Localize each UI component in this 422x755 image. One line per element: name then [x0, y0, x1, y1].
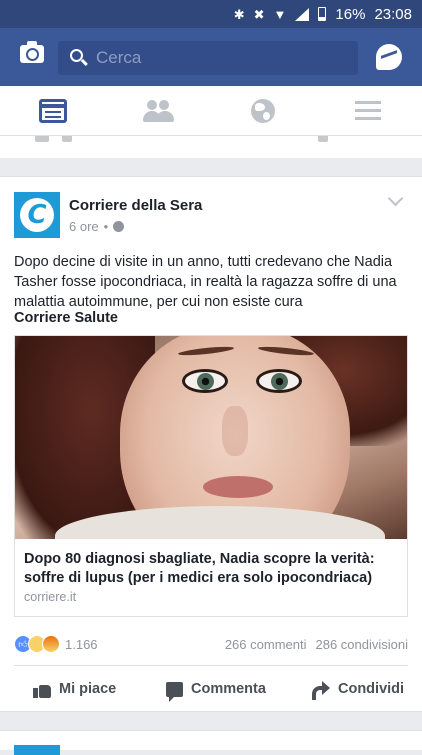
previous-post-remnant: [0, 136, 422, 158]
corriere-logo-icon: [20, 198, 54, 232]
nav-bar: [0, 86, 422, 136]
search-input[interactable]: Cerca: [58, 41, 358, 75]
battery-icon: [318, 7, 327, 21]
post-time[interactable]: 6 ore: [69, 219, 99, 234]
chevron-down-icon[interactable]: [387, 190, 404, 207]
tab-notifications[interactable]: [210, 86, 315, 136]
post-actions: Mi piace Commenta Condividi: [14, 665, 408, 711]
mute-icon: ✖: [253, 6, 265, 22]
status-bar: ✱ ✖ ▼ 16% 23:08: [0, 0, 422, 28]
post-meta: 6 ore •: [69, 219, 125, 234]
post-text: Dopo decine di visite in un anno, tutti …: [14, 254, 397, 310]
page-name[interactable]: Corriere della Sera: [69, 197, 202, 214]
meta-separator: •: [103, 219, 109, 234]
search-placeholder: Cerca: [96, 48, 142, 67]
share-label: Condividi: [338, 681, 405, 697]
tab-friend-requests[interactable]: [105, 86, 210, 136]
thumbs-up-icon: [33, 681, 51, 698]
link-title[interactable]: Dopo 80 diagnosi sbagliate, Nadia scopre…: [24, 550, 399, 588]
link-preview-image: [15, 336, 407, 539]
post-source-tag[interactable]: Corriere Salute: [14, 310, 118, 326]
share-button[interactable]: Condividi: [312, 666, 404, 712]
like-label: Mi piace: [59, 681, 117, 697]
news-feed-icon: [38, 99, 67, 123]
comment-icon: [166, 681, 183, 702]
next-post-avatar: [14, 745, 60, 755]
bluetooth-icon: ✱: [233, 6, 245, 22]
link-domain: corriere.it: [24, 590, 77, 604]
share-icon: [312, 681, 330, 700]
like-button[interactable]: Mi piace: [33, 666, 116, 712]
globe-icon: [250, 99, 275, 123]
friends-icon: [142, 100, 174, 122]
share-count[interactable]: 286 condivisioni: [315, 637, 408, 652]
post-counts: 266 commenti 286 condivisioni: [225, 637, 408, 652]
page-avatar[interactable]: [14, 192, 60, 238]
battery-percent: 16%: [335, 5, 366, 23]
wifi-icon: ▼: [273, 6, 287, 22]
tab-menu[interactable]: [315, 86, 420, 136]
comment-button[interactable]: Commenta: [166, 666, 266, 712]
hamburger-menu-icon: [354, 101, 381, 121]
globe-icon: [113, 221, 125, 232]
camera-icon[interactable]: [20, 41, 44, 63]
reaction-count: 1.166: [65, 636, 98, 652]
tab-news-feed[interactable]: [0, 86, 105, 136]
reactions-summary[interactable]: 👍︎ 1.166: [14, 635, 98, 653]
comment-label: Commenta: [191, 681, 266, 697]
link-preview-card[interactable]: Dopo 80 diagnosi sbagliate, Nadia scopre…: [14, 335, 408, 617]
angry-reaction-icon: [42, 635, 60, 653]
comment-count[interactable]: 266 commenti: [225, 637, 307, 652]
signal-icon: [295, 7, 310, 21]
top-bar: Cerca: [0, 28, 422, 86]
feed-post: Corriere della Sera 6 ore • Dopo decine …: [0, 176, 422, 712]
next-post-remnant: [0, 730, 422, 755]
messenger-icon[interactable]: [376, 44, 402, 70]
clock: 23:08: [374, 5, 412, 23]
search-icon: [70, 49, 83, 62]
